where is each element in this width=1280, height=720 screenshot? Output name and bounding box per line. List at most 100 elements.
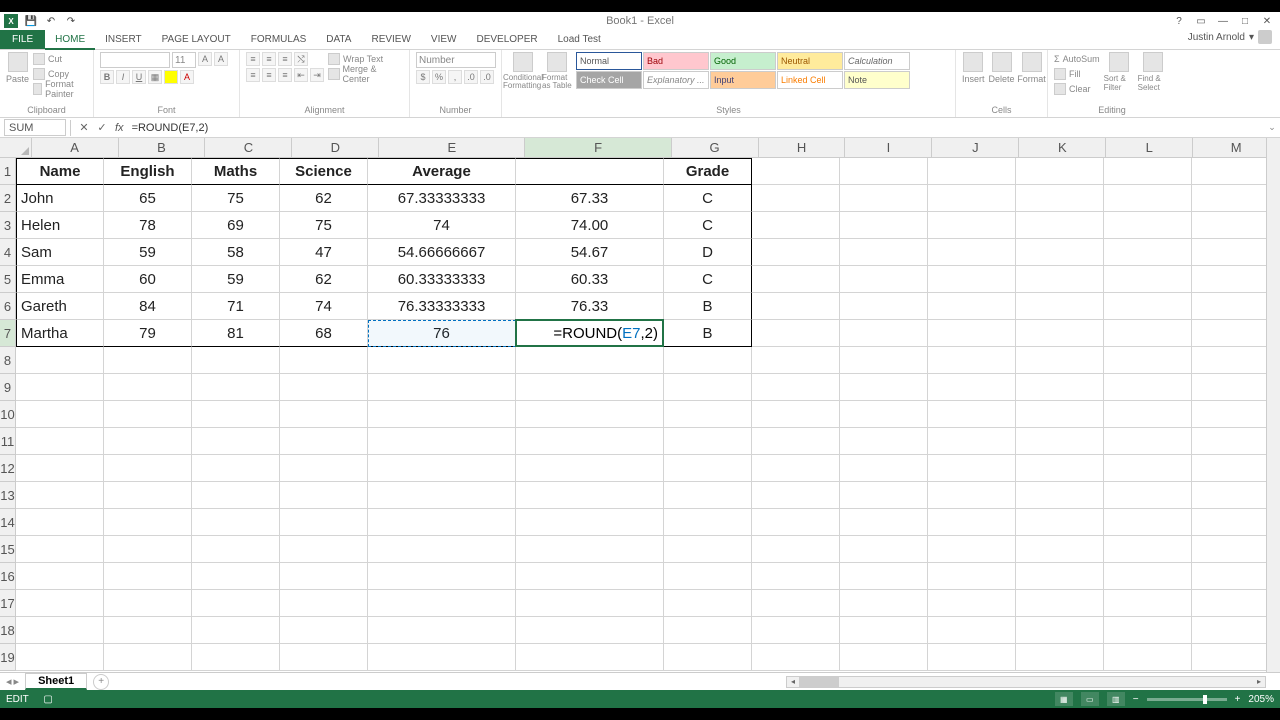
col-header-C[interactable]: C [205,138,292,158]
cell-E13[interactable] [368,482,516,509]
expand-formula-bar-icon[interactable]: ⌄ [1264,122,1280,133]
cell-G16[interactable] [664,563,752,590]
cell-K10[interactable] [1016,401,1104,428]
number-format-select[interactable] [416,52,496,68]
cell-A11[interactable] [16,428,104,455]
view-page-break-icon[interactable]: ▥ [1107,692,1125,706]
font-color-button[interactable]: A [180,70,194,84]
cell-C6[interactable]: 71 [192,293,280,320]
row-header-18[interactable]: 18 [0,617,16,644]
cell-H14[interactable] [752,509,840,536]
cell-F16[interactable] [516,563,664,590]
cell-C17[interactable] [192,590,280,617]
cell-G15[interactable] [664,536,752,563]
cell-I3[interactable] [840,212,928,239]
cell-C5[interactable]: 59 [192,266,280,293]
row-header-6[interactable]: 6 [0,293,16,320]
cell-C4[interactable]: 58 [192,239,280,266]
zoom-slider[interactable] [1147,698,1227,701]
cell-H18[interactable] [752,617,840,644]
ribbon-options-icon[interactable]: ▭ [1192,14,1210,28]
cell-L10[interactable] [1104,401,1192,428]
cell-H8[interactable] [752,347,840,374]
accounting-icon[interactable]: $ [416,70,430,84]
cell-G6[interactable]: B [664,293,752,320]
cell-I1[interactable] [840,158,928,185]
style-explanatory[interactable]: Explanatory ... [643,71,709,89]
cell-H7[interactable] [752,320,840,347]
cell-D13[interactable] [280,482,368,509]
cell-J5[interactable] [928,266,1016,293]
col-header-A[interactable]: A [32,138,119,158]
cell-G7[interactable]: B [664,320,752,347]
cell-F9[interactable] [516,374,664,401]
cell-L2[interactable] [1104,185,1192,212]
col-header-F[interactable]: F [525,138,671,158]
cell-A8[interactable] [16,347,104,374]
cell-J6[interactable] [928,293,1016,320]
cell-H15[interactable] [752,536,840,563]
sort-filter-button[interactable]: Sort & Filter [1104,52,1134,92]
percent-icon[interactable]: % [432,70,446,84]
cell-G1[interactable]: Grade [664,158,752,185]
cell-L11[interactable] [1104,428,1192,455]
cell-D17[interactable] [280,590,368,617]
cell-L3[interactable] [1104,212,1192,239]
cell-A2[interactable]: John [16,185,104,212]
cell-L19[interactable] [1104,644,1192,671]
cell-K9[interactable] [1016,374,1104,401]
cell-I11[interactable] [840,428,928,455]
scroll-thumb[interactable] [799,677,839,687]
cell-J1[interactable] [928,158,1016,185]
tab-home[interactable]: HOME [45,30,95,50]
cell-K6[interactable] [1016,293,1104,320]
cell-I8[interactable] [840,347,928,374]
qat-redo-icon[interactable]: ↷ [64,14,78,28]
minimize-icon[interactable]: — [1214,14,1232,28]
decrease-font-icon[interactable]: A [214,52,228,66]
zoom-out-icon[interactable]: − [1133,694,1139,705]
cell-J4[interactable] [928,239,1016,266]
cell-F13[interactable] [516,482,664,509]
delete-cells-button[interactable]: Delete [989,52,1015,84]
cell-I5[interactable] [840,266,928,293]
cell-A9[interactable] [16,374,104,401]
cell-E2[interactable]: 67.33333333 [368,185,516,212]
style-linked-cell[interactable]: Linked Cell [777,71,843,89]
cell-G8[interactable] [664,347,752,374]
cell-L6[interactable] [1104,293,1192,320]
cell-E18[interactable] [368,617,516,644]
cell-F18[interactable] [516,617,664,644]
cell-L9[interactable] [1104,374,1192,401]
tab-file[interactable]: FILE [0,30,45,49]
increase-decimal-icon[interactable]: .0 [464,70,478,84]
row-header-17[interactable]: 17 [0,590,16,617]
cell-B4[interactable]: 59 [104,239,192,266]
cell-B5[interactable]: 60 [104,266,192,293]
row-header-5[interactable]: 5 [0,266,16,293]
vertical-scrollbar[interactable] [1266,138,1280,672]
cell-L1[interactable] [1104,158,1192,185]
cell-I4[interactable] [840,239,928,266]
cell-H17[interactable] [752,590,840,617]
cell-B11[interactable] [104,428,192,455]
cell-I19[interactable] [840,644,928,671]
decrease-decimal-icon[interactable]: .0 [480,70,494,84]
cell-G12[interactable] [664,455,752,482]
style-input[interactable]: Input [710,71,776,89]
cell-L15[interactable] [1104,536,1192,563]
cell-B2[interactable]: 65 [104,185,192,212]
qat-save-icon[interactable]: 💾 [24,14,38,28]
cell-K3[interactable] [1016,212,1104,239]
maximize-icon[interactable]: □ [1236,14,1254,28]
scroll-right-icon[interactable]: ▸ [1253,677,1265,687]
cell-K16[interactable] [1016,563,1104,590]
cell-H1[interactable] [752,158,840,185]
cell-K15[interactable] [1016,536,1104,563]
border-button[interactable]: ▦ [148,70,162,84]
style-calculation[interactable]: Calculation [844,52,910,70]
cell-F3[interactable]: 74.00 [516,212,664,239]
cell-F5[interactable]: 60.33 [516,266,664,293]
col-header-D[interactable]: D [292,138,379,158]
font-size-input[interactable] [172,52,196,68]
